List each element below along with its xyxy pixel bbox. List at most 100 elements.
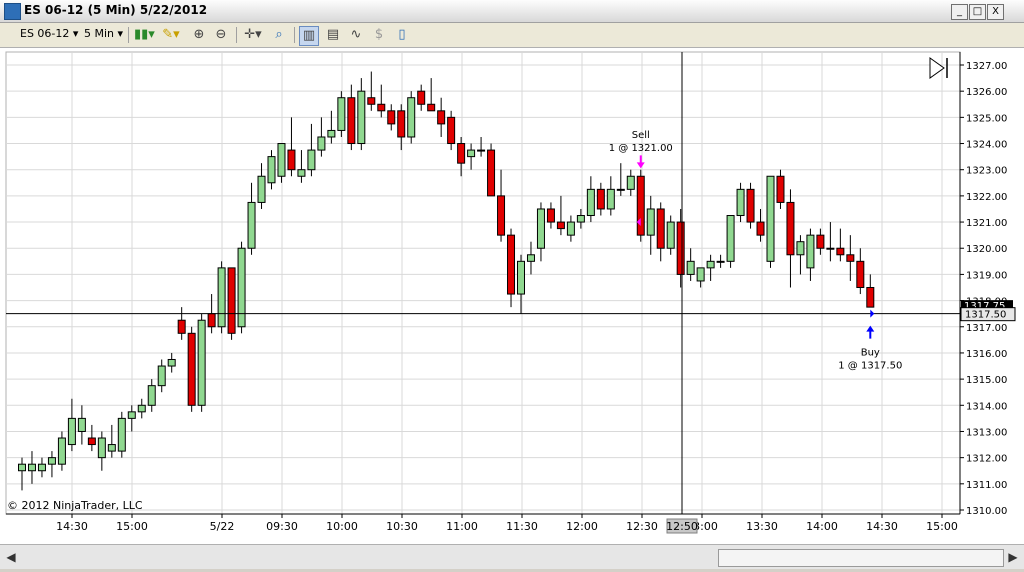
x-tick-label: 12:00: [566, 520, 598, 533]
y-tick-label: 1315.00: [966, 375, 1007, 386]
candle-down: [387, 110, 396, 125]
crosshair-price-label: 1317.50: [965, 310, 1006, 321]
y-tick-label: 1324.00: [966, 140, 1007, 151]
candle-down: [596, 188, 605, 210]
instrument-selector[interactable]: ES 06-12 ▾: [20, 27, 78, 40]
candle-up: [357, 90, 366, 145]
y-tick-label: 1313.00: [966, 427, 1007, 438]
candle-down: [507, 234, 516, 295]
chart-style-icon[interactable]: ▥: [299, 26, 319, 46]
chart-toolbar: ES 06-12 ▾ 5 Min ▾ ▮▮▾ ✎▾ ⊕ ⊖ ✛▾ ⌕ ▥ ▤ ∿…: [0, 23, 1024, 48]
candle-down: [636, 175, 645, 236]
candle-up: [297, 169, 306, 177]
x-tick-label: 15:00: [926, 520, 958, 533]
window-title: ES 06-12 (5 Min) 5/22/2012: [24, 3, 208, 17]
scroll-to-end-icon[interactable]: [929, 57, 948, 79]
y-tick-label: 1325.00: [966, 113, 1007, 124]
candle-up: [576, 215, 585, 223]
candle-up: [257, 175, 266, 203]
candle-up: [826, 247, 835, 250]
candle-up: [137, 404, 146, 413]
candle-up: [47, 457, 56, 465]
x-tick-label: 13:30: [746, 520, 778, 533]
chart-area[interactable]: 1310.00 1311.00 1312.00 1313.00 1314.00 1315.…: [0, 48, 1024, 544]
y-tick-label: 1322.00: [966, 192, 1007, 203]
crosshair-icon[interactable]: ✛▾: [244, 26, 262, 44]
instrument-label: ES 06-12: [20, 27, 70, 40]
y-tick-label: 1314.00: [966, 401, 1007, 412]
candle-up: [37, 463, 46, 472]
y-tick-label: 1319.00: [966, 270, 1007, 281]
x-tick-label: 10:30: [386, 520, 418, 533]
strategy-icon[interactable]: ▤: [324, 26, 342, 44]
horizontal-scrollbar[interactable]: ◀ ▶: [0, 544, 1024, 569]
scroll-left-icon[interactable]: ◀: [2, 548, 20, 566]
candle-down: [676, 221, 685, 275]
interval-label: 5 Min: [84, 27, 115, 40]
x-tick-label: 5/22: [210, 520, 235, 533]
candle-up: [77, 417, 86, 432]
candle-up: [566, 221, 575, 236]
app-icon: [4, 3, 21, 20]
interval-selector[interactable]: 5 Min ▾: [84, 27, 123, 40]
candle-down: [437, 110, 446, 125]
candle-up: [646, 208, 655, 236]
properties-icon[interactable]: $: [370, 26, 388, 44]
candle-down: [556, 221, 565, 230]
candle-down: [656, 208, 665, 249]
close-button[interactable]: X: [987, 4, 1004, 20]
toolbar-separator: [128, 27, 129, 43]
candle-down: [347, 97, 356, 145]
y-tick-label: 1326.00: [966, 87, 1007, 98]
copyright-label: © 2012 NinjaTrader, LLC: [7, 499, 143, 512]
x-tick-label: 14:30: [56, 520, 88, 533]
template-icon[interactable]: ▯: [393, 26, 411, 44]
y-tick-label: 1320.00: [966, 244, 1007, 255]
buy-detail: 1 @ 1317.50: [838, 361, 902, 372]
candle-up: [706, 260, 715, 269]
x-tick-label: 09:30: [266, 520, 298, 533]
candle-up: [716, 260, 725, 263]
candle-up: [517, 260, 525, 295]
candle-up: [317, 136, 326, 151]
draw-tool-icon[interactable]: ✎▾: [162, 26, 180, 44]
plot-border: [5, 51, 961, 515]
x-tick-label: 11:30: [506, 520, 538, 533]
candle-up: [18, 463, 26, 472]
candle-up: [606, 188, 615, 210]
candle-down: [207, 313, 216, 328]
scroll-right-icon[interactable]: ▶: [1004, 548, 1022, 566]
candle-up: [197, 319, 206, 406]
zoom-in-icon[interactable]: ⊕: [190, 26, 208, 44]
candle-down: [786, 201, 795, 256]
zoom-out-icon[interactable]: ⊖: [212, 26, 230, 44]
candle-up: [626, 175, 635, 190]
candle-up: [536, 208, 545, 249]
candle-down: [227, 267, 236, 334]
candle-up: [247, 201, 256, 249]
candle-up: [736, 188, 745, 217]
scroll-thumb[interactable]: [718, 549, 1004, 567]
candle-down: [846, 254, 855, 262]
candle-up: [237, 247, 246, 328]
candle-up: [686, 260, 695, 275]
candle-up: [307, 149, 316, 171]
candle-up: [526, 254, 535, 262]
minimize-button[interactable]: _: [951, 4, 968, 20]
price-chart[interactable]: 1310.00 1311.00 1312.00 1313.00 1314.00 1315.…: [0, 48, 1024, 544]
candle-up: [337, 97, 346, 131]
indicator-icon[interactable]: ∿: [347, 26, 365, 44]
crosshair-time-label: 12:50: [666, 520, 698, 533]
candle-down: [177, 319, 186, 334]
candle-down: [546, 208, 555, 223]
bar-type-icon[interactable]: ▮▮▾: [134, 26, 155, 44]
search-icon[interactable]: ⌕: [270, 26, 288, 44]
candle-down: [87, 437, 96, 446]
chart-axes: 1310.00 1311.00 1312.00 1313.00 1314.00 1315.…: [6, 52, 1007, 533]
candle-up: [167, 358, 176, 367]
candle-up: [157, 365, 166, 387]
candle-down: [487, 149, 496, 197]
candle-up: [327, 129, 336, 138]
candle-up: [97, 437, 106, 459]
maximize-button[interactable]: □: [969, 4, 986, 20]
